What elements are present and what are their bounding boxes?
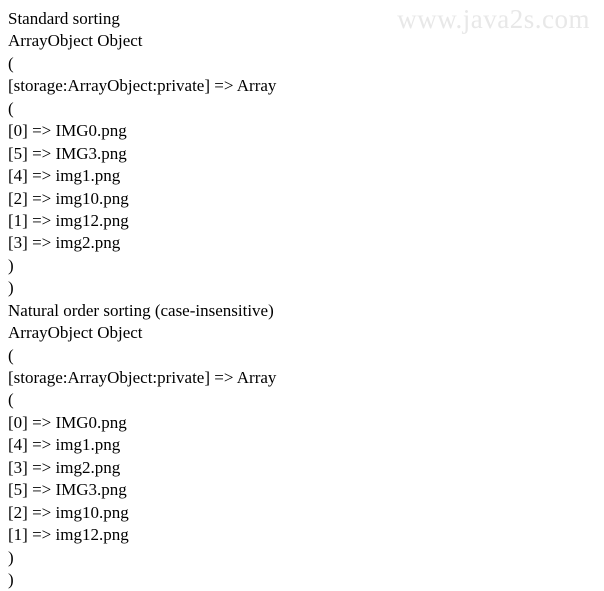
output-line: [4] => img1.png bbox=[8, 434, 604, 456]
code-output: Standard sorting ArrayObject Object ( [s… bbox=[8, 8, 604, 591]
output-line: [2] => img10.png bbox=[8, 188, 604, 210]
output-line: [4] => img1.png bbox=[8, 165, 604, 187]
output-line: [storage:ArrayObject:private] => Array bbox=[8, 367, 604, 389]
output-line: ( bbox=[8, 53, 604, 75]
watermark-text: www.java2s.com bbox=[397, 2, 590, 38]
output-line: [5] => IMG3.png bbox=[8, 479, 604, 501]
output-line: ArrayObject Object bbox=[8, 322, 604, 344]
output-line: ( bbox=[8, 98, 604, 120]
output-line: [0] => IMG0.png bbox=[8, 412, 604, 434]
output-line: ) bbox=[8, 569, 604, 591]
output-line: [0] => IMG0.png bbox=[8, 120, 604, 142]
output-line: [1] => img12.png bbox=[8, 524, 604, 546]
output-line: ( bbox=[8, 389, 604, 411]
output-line: ( bbox=[8, 345, 604, 367]
output-line: Natural order sorting (case-insensitive) bbox=[8, 300, 604, 322]
output-line: [5] => IMG3.png bbox=[8, 143, 604, 165]
output-line: [1] => img12.png bbox=[8, 210, 604, 232]
output-line: [3] => img2.png bbox=[8, 457, 604, 479]
output-line: [2] => img10.png bbox=[8, 502, 604, 524]
output-line: [3] => img2.png bbox=[8, 232, 604, 254]
output-line: ) bbox=[8, 255, 604, 277]
output-line: ) bbox=[8, 277, 604, 299]
output-line: [storage:ArrayObject:private] => Array bbox=[8, 75, 604, 97]
